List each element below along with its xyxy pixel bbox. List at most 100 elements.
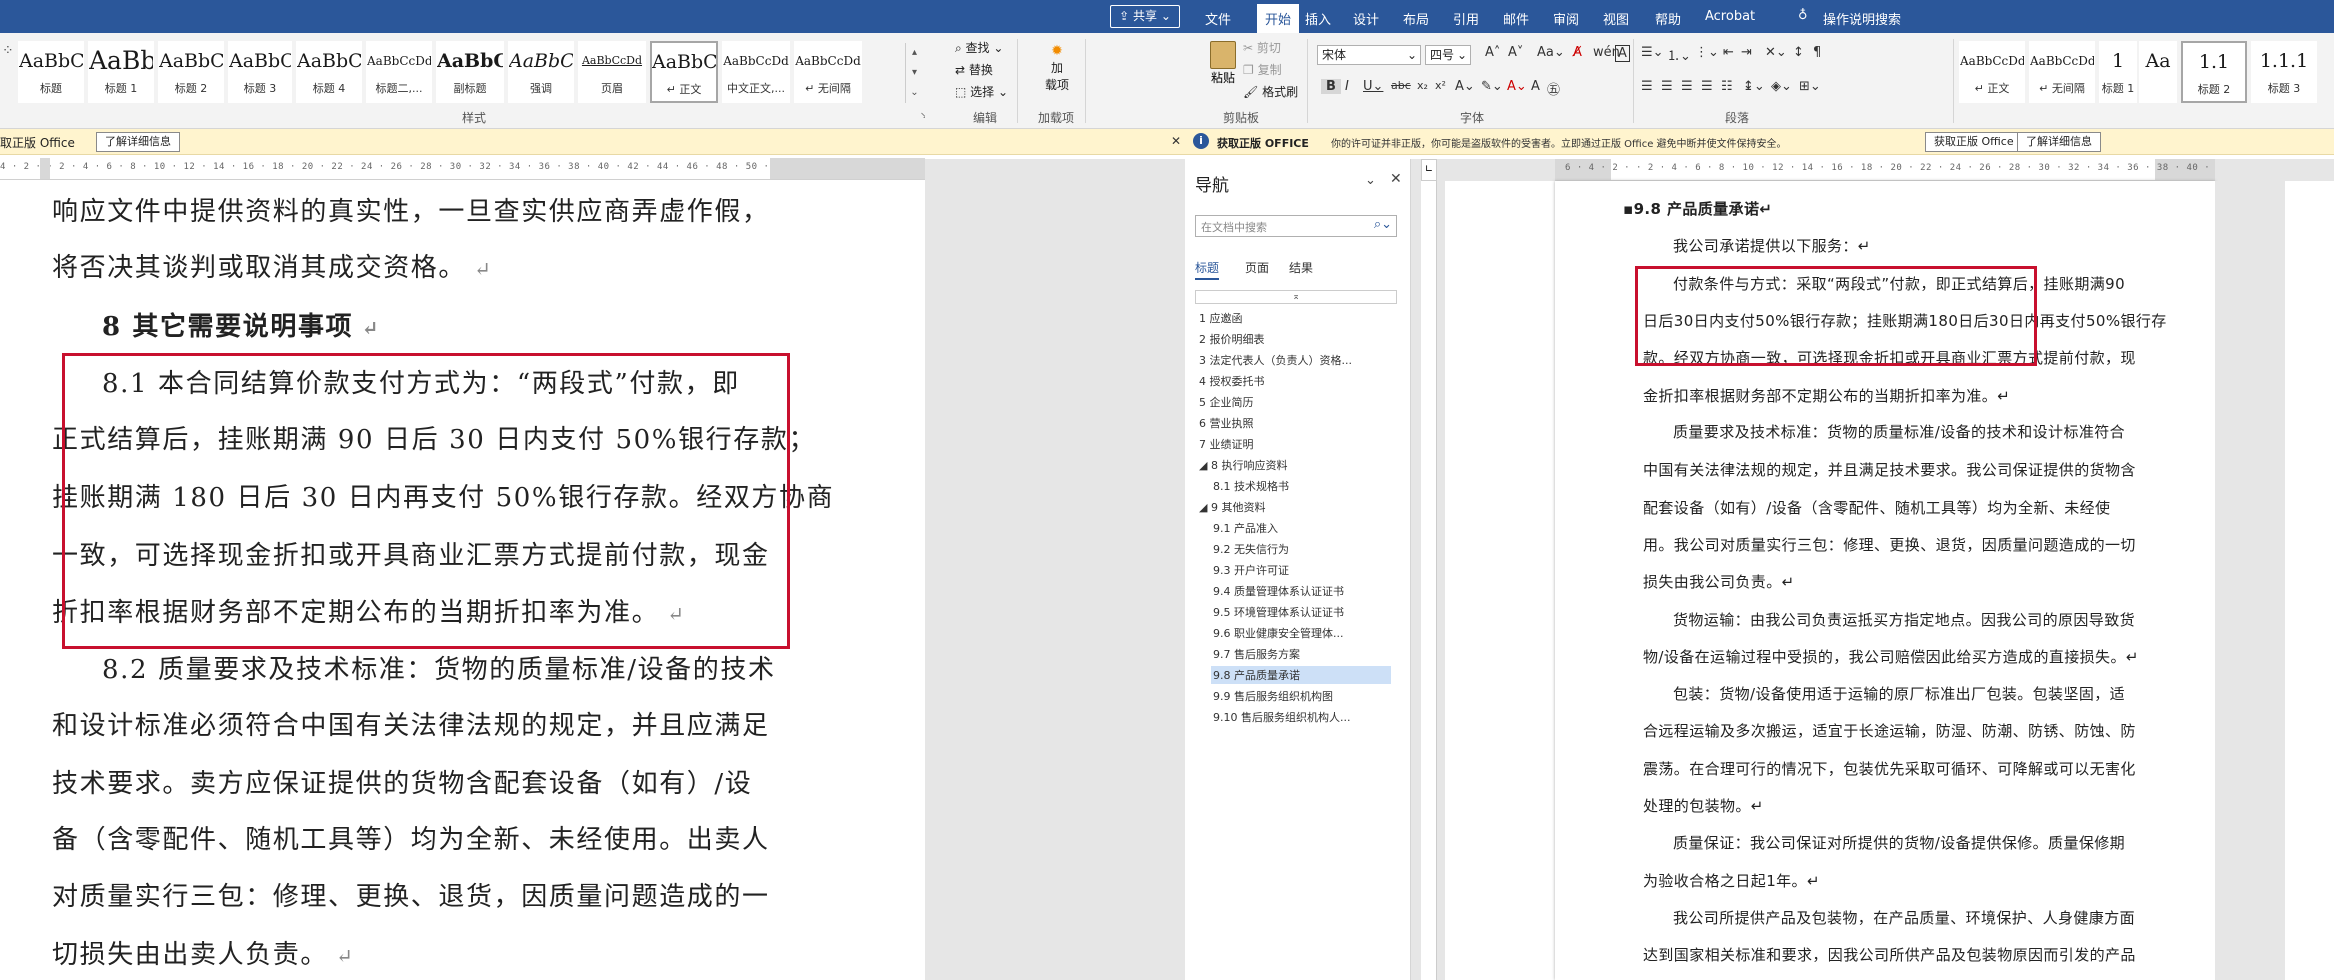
- load-addin-button[interactable]: ✹ 加 载项: [1037, 43, 1077, 93]
- nav-heading-item[interactable]: 9.6 职业健康安全管理体...: [1211, 624, 1391, 642]
- nav-tab[interactable]: 标题: [1195, 259, 1220, 280]
- style-tile[interactable]: AaBbCc ↵ 正文: [650, 41, 718, 103]
- font-color-icon[interactable]: A⌄: [1507, 79, 1527, 94]
- bullets-icon[interactable]: ☰⌄: [1641, 45, 1664, 60]
- ruler-margin-marker[interactable]: [40, 158, 50, 179]
- nav-tab[interactable]: 页面: [1245, 259, 1269, 276]
- style-tile[interactable]: AaBbCcDdI ↵ 正文: [1959, 41, 2025, 103]
- horizontal-ruler[interactable]: 4 · 2 · · 2 · 4 · 6 · 8 · 10 · 12 · 14 ·…: [0, 158, 925, 180]
- show-marks-icon[interactable]: ¶: [1813, 45, 1821, 60]
- nav-heading-item[interactable]: 9.7 售后服务方案: [1211, 645, 1391, 663]
- font-size-combo[interactable]: 四号 ⌄: [1425, 45, 1471, 65]
- style-tile[interactable]: AaBbC 强调: [508, 41, 574, 103]
- shading-icon[interactable]: ◈⌄: [1771, 79, 1792, 94]
- get-office-button[interactable]: 获取正版 Office: [1925, 132, 2023, 152]
- nav-heading-item[interactable]: 9.2 无失信行为: [1211, 540, 1391, 558]
- collapse-all-button[interactable]: ⌅: [1195, 290, 1397, 304]
- line-spacing-icon[interactable]: ↨⌄: [1743, 79, 1765, 94]
- replace-button[interactable]: ⇄ 替换: [955, 61, 993, 78]
- style-tile[interactable]: AaBb 标题 1: [88, 41, 154, 103]
- share-button[interactable]: ⇪ 共享 ⌄: [1110, 5, 1180, 28]
- style-tile[interactable]: AaBbC 标题 4: [296, 41, 362, 103]
- nav-heading-item[interactable]: 6 营业执照: [1197, 414, 1391, 432]
- text-effects-icon[interactable]: A⌄: [1455, 79, 1475, 94]
- tab-0[interactable]: 文件: [1205, 9, 1231, 28]
- tab-6[interactable]: 邮件: [1503, 9, 1529, 28]
- nav-heading-item[interactable]: 9.4 质量管理体系认证证书: [1211, 582, 1391, 600]
- tab-7[interactable]: 审阅: [1553, 9, 1579, 28]
- style-tile[interactable]: Aa: [2139, 41, 2177, 103]
- char-border-icon[interactable]: A: [1615, 45, 1630, 62]
- style-tile[interactable]: 1.1.1 标题 3: [2251, 41, 2317, 103]
- nav-heading-item[interactable]: 4 授权委托书: [1197, 372, 1391, 390]
- superscript-icon[interactable]: x²: [1435, 79, 1446, 92]
- enclosed-char-icon[interactable]: ㊄: [1547, 79, 1560, 98]
- tab-4[interactable]: 布局: [1403, 9, 1429, 28]
- tab-10[interactable]: Acrobat: [1705, 9, 1755, 24]
- char-shading-icon[interactable]: A: [1531, 79, 1540, 94]
- tab-selector-icon[interactable]: ∟: [1421, 159, 1437, 181]
- horizontal-ruler[interactable]: 6 · 4 · 2 · · 2 · 4 · 6 · 8 · 10 · 12 · …: [1555, 159, 2215, 181]
- sort-icon[interactable]: ↕: [1793, 45, 1804, 60]
- chevron-down-icon[interactable]: ⌄: [1365, 173, 1376, 188]
- nav-heading-item[interactable]: 9.8 产品质量承诺: [1211, 666, 1391, 684]
- tab-5[interactable]: 引用: [1453, 9, 1479, 28]
- nav-tab[interactable]: 结果: [1289, 259, 1313, 276]
- nav-heading-item[interactable]: 9.1 产品准入: [1211, 519, 1391, 537]
- nav-heading-item[interactable]: 9.5 环境管理体系认证证书: [1211, 603, 1391, 621]
- paste-button[interactable]: 粘贴: [1203, 41, 1243, 86]
- clear-format-icon[interactable]: A̸: [1573, 45, 1582, 60]
- ribbon-scroll-icon[interactable]: ⁘: [2, 43, 14, 59]
- learn-more-button[interactable]: 了解详细信息: [2017, 132, 2101, 152]
- tab-1[interactable]: 开始: [1257, 4, 1300, 33]
- style-tile[interactable]: AaBbCcDd ↵ 无间隔: [794, 41, 862, 103]
- font-name-combo[interactable]: 宋体 ⌄: [1317, 45, 1421, 65]
- style-tile[interactable]: AaBbC 标题 2: [158, 41, 224, 103]
- nav-heading-item[interactable]: 9.9 售后服务组织机构图: [1211, 687, 1391, 705]
- decrease-indent-icon[interactable]: ⇤: [1723, 45, 1734, 60]
- italic-icon[interactable]: I: [1345, 79, 1349, 94]
- style-tile[interactable]: AaBbCcDdI ↵ 无间隔: [2029, 41, 2095, 103]
- nav-heading-item[interactable]: 2 报价明细表: [1197, 330, 1391, 348]
- nav-search-input[interactable]: 在文档中搜索 ⌕⌄: [1195, 215, 1397, 237]
- distribute-icon[interactable]: ☷: [1721, 79, 1733, 94]
- vertical-ruler[interactable]: [1421, 181, 1437, 980]
- shrink-font-icon[interactable]: A˅: [1508, 45, 1523, 60]
- style-tile[interactable]: AaBbC 副标题: [436, 41, 504, 103]
- nav-heading-item[interactable]: 8.1 技术规格书: [1211, 477, 1391, 495]
- style-tile[interactable]: AaBbC 标题 3: [228, 41, 292, 103]
- subscript-icon[interactable]: x₂: [1417, 79, 1428, 92]
- nav-heading-item[interactable]: 9.3 开户许可证: [1211, 561, 1391, 579]
- align-right-icon[interactable]: ☰: [1681, 79, 1693, 94]
- left-document-page[interactable]: 响应文件中提供资料的真实性，一旦查实供应商弄虚作假， 将否决其谈判或取消其成交资格…: [0, 181, 925, 980]
- borders-icon[interactable]: ⊞⌄: [1799, 79, 1821, 94]
- close-icon[interactable]: ✕: [1390, 171, 1402, 187]
- style-tile[interactable]: AaBbCcDd 标题二,...: [366, 41, 432, 103]
- tab-2[interactable]: 插入: [1305, 9, 1331, 28]
- numbering-icon[interactable]: ⒈⌄: [1667, 45, 1691, 64]
- tab-9[interactable]: 帮助: [1655, 9, 1681, 28]
- align-center-icon[interactable]: ☰: [1661, 79, 1673, 94]
- select-button[interactable]: ⬚ 选择 ⌄: [955, 83, 1008, 100]
- format-painter-button[interactable]: 🖌 格式刷: [1243, 83, 1298, 100]
- gallery-more-button[interactable]: ▴ ▾ ⌄: [905, 43, 923, 103]
- cut-button[interactable]: ✂ 剪切: [1243, 39, 1281, 56]
- learn-more-button[interactable]: 了解详细信息: [96, 132, 180, 152]
- chinese-layout-icon[interactable]: ✕⌄: [1765, 45, 1787, 60]
- style-tile[interactable]: AaBbC 标题: [18, 41, 84, 103]
- grow-font-icon[interactable]: A˄: [1485, 45, 1500, 60]
- tab-8[interactable]: 视图: [1603, 9, 1629, 28]
- highlight-icon[interactable]: ✎⌄: [1481, 79, 1503, 94]
- nav-heading-item[interactable]: 9.10 售后服务组织机构人...: [1211, 708, 1391, 726]
- nav-heading-item[interactable]: 1 应邀函: [1197, 309, 1391, 327]
- underline-icon[interactable]: U⌄: [1363, 79, 1383, 94]
- increase-indent-icon[interactable]: ⇥: [1741, 45, 1752, 60]
- find-button[interactable]: ⌕ 查找 ⌄: [955, 39, 1003, 56]
- bold-icon[interactable]: B: [1321, 79, 1341, 94]
- search-icon[interactable]: ⌕⌄: [1374, 217, 1392, 232]
- nav-heading-item[interactable]: ◢ 9 其他资料: [1197, 498, 1391, 516]
- multilevel-list-icon[interactable]: ⋮⌄: [1695, 45, 1719, 60]
- nav-heading-item[interactable]: 3 法定代表人（负责人）资格...: [1197, 351, 1391, 369]
- align-left-icon[interactable]: ☰: [1641, 79, 1653, 94]
- nav-heading-item[interactable]: 7 业绩证明: [1197, 435, 1391, 453]
